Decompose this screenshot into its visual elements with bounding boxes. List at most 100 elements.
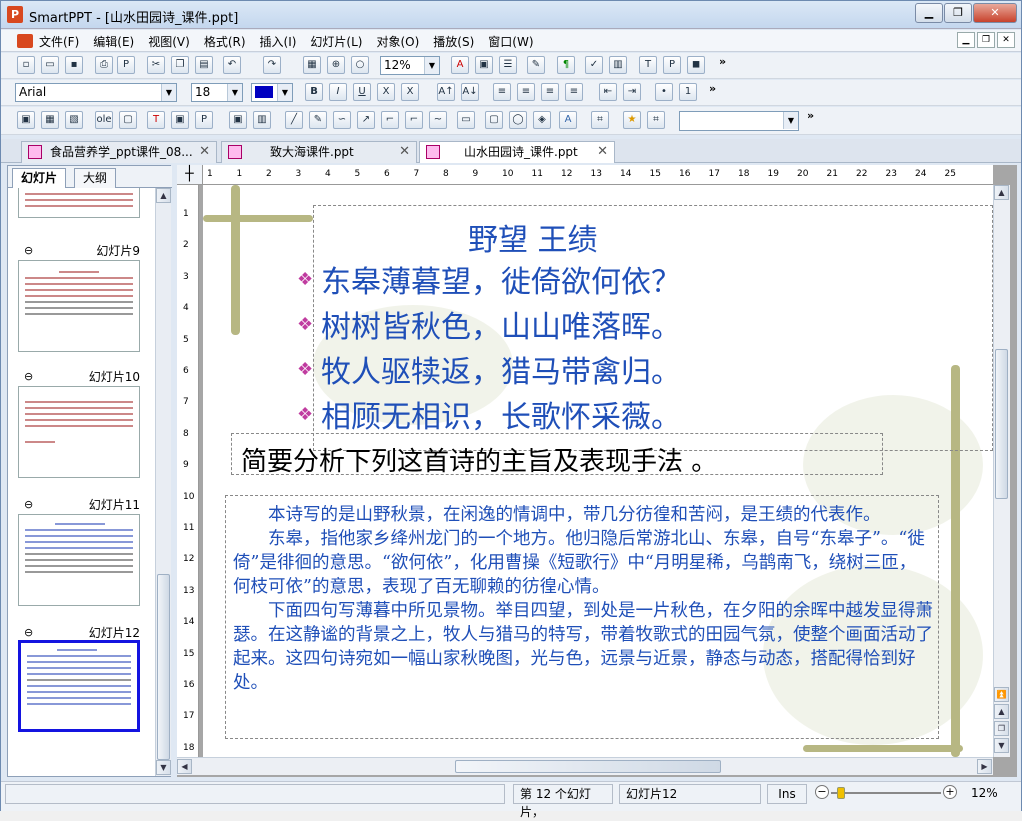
tab-slides[interactable]: 幻灯片 [12,168,67,188]
open-folder-icon[interactable]: ▭ [41,56,59,74]
menu-play[interactable]: 播放(S) [433,33,474,50]
autoshape-icon[interactable]: ◈ [533,111,551,129]
slide-scrollbar[interactable]: ▲ ⏫ ▲ ❐ ▼ [993,185,1010,757]
brush-icon[interactable]: ✎ [527,56,545,74]
save-icon[interactable]: ▪ [65,56,83,74]
slide-thumb-10[interactable] [18,386,140,478]
arrow-icon[interactable]: ↗ [357,111,375,129]
connector-icon[interactable]: ⌐ [381,111,399,129]
line-icon[interactable]: ╱ [285,111,303,129]
slide-thumb-12-selected[interactable] [18,640,140,732]
scroll-thumb[interactable] [995,349,1008,499]
close-tab-icon[interactable]: ✕ [199,142,210,162]
paste-icon[interactable]: ▤ [195,56,213,74]
close-tab-icon[interactable]: ✕ [597,142,608,162]
elbow-connector-icon[interactable]: ⌐ [405,111,423,129]
rounded-rect-icon[interactable]: ▢ [485,111,503,129]
scroll-up-icon[interactable]: ▲ [994,185,1009,200]
scroll-up-icon[interactable]: ▲ [156,188,171,203]
zoom-in-icon[interactable]: ⊕ [327,56,345,74]
bullet-list-icon[interactable]: • [655,83,673,101]
effects-icon[interactable]: ⌗ [647,111,665,129]
toolbar-more[interactable]: » [709,82,716,95]
grow-font-icon[interactable]: A↑ [437,83,455,101]
menu-format[interactable]: 格式(R) [204,33,246,50]
mdi-minimize-button[interactable]: ▁ [957,32,975,48]
maximize-button[interactable]: ❐ [944,3,972,23]
zoom-out-icon[interactable]: − [815,785,829,799]
underline-icon[interactable]: U [353,83,371,101]
menu-window[interactable]: 窗口(W) [488,33,533,50]
spelling-icon[interactable]: ✓ [585,56,603,74]
horizontal-scrollbar[interactable]: ◀ ▶ [177,757,993,775]
copy-icon[interactable]: ❐ [171,56,189,74]
pen-icon[interactable]: ✎ [309,111,327,129]
undo-icon[interactable]: ↶ [223,56,241,74]
group-icon[interactable]: ▣ [229,111,247,129]
next-slide-icon[interactable]: ▼ [994,738,1009,753]
align-center-icon[interactable]: ≡ [517,83,535,101]
zoom-select[interactable]: 12% ▼ [380,56,440,75]
slide-thumb-8[interactable] [18,188,140,218]
justify-icon[interactable]: ≡ [565,83,583,101]
font-name-select[interactable]: Arial ▼ [15,83,177,102]
layout-icon[interactable]: ▣ [17,111,35,129]
insert-image-icon[interactable]: ▧ [65,111,83,129]
clear-format-icon[interactable]: X [401,83,419,101]
wordart-icon[interactable]: A [559,111,577,129]
menu-file[interactable]: 文件(F) [39,33,79,50]
curved-connector-icon[interactable]: ~ [429,111,447,129]
first-slide-icon[interactable]: ⏫ [994,687,1009,702]
thumbnail-scrollbar[interactable]: ▲ ▼ [155,188,171,776]
zoom-slider[interactable] [831,792,941,794]
star-icon[interactable]: ★ [623,111,641,129]
paragraph-mark-icon[interactable]: ¶ [557,56,575,74]
search-icon[interactable]: ○ [351,56,369,74]
doc-tab-food-nutrition[interactable]: 食品营养学_ppt课件_08... ✕ [21,141,217,163]
shrink-font-icon[interactable]: A↓ [461,83,479,101]
menu-slide[interactable]: 幻灯片(L) [310,33,362,50]
insert-table-icon[interactable]: ▦ [41,111,59,129]
text-box-icon[interactable]: T [147,111,165,129]
insert-picture-icon[interactable]: ▣ [475,56,493,74]
chart-icon[interactable]: ▥ [609,56,627,74]
doc-tab-to-the-sea[interactable]: 致大海课件.ppt ✕ [221,141,417,163]
table-icon[interactable]: ▦ [303,56,321,74]
frame-icon[interactable]: ▢ [119,111,137,129]
cut-icon[interactable]: ✂ [147,56,165,74]
align-left-icon[interactable]: ≡ [493,83,511,101]
slide-thumb-9[interactable] [18,260,140,352]
new-file-icon[interactable]: ▫ [17,56,35,74]
font-size-select[interactable]: 18 ▼ [191,83,243,102]
ellipse-icon[interactable]: ◯ [509,111,527,129]
document-menu-icon[interactable] [17,34,33,48]
toolbar-more[interactable]: » [807,109,814,122]
scroll-left-icon[interactable]: ◀ [177,759,192,774]
increase-indent-icon[interactable]: ⇥ [623,83,641,101]
tab-outline[interactable]: 大纲 [74,168,117,188]
doc-tab-landscape-poems[interactable]: 山水田园诗_课件.ppt ✕ [419,141,615,163]
toolbar-more[interactable]: » [719,55,726,68]
ole-object-icon[interactable]: ole [95,111,113,129]
rectangle-icon[interactable]: ▭ [457,111,475,129]
style-select[interactable]: ▼ [679,111,799,131]
italic-icon[interactable]: I [329,83,347,101]
mdi-restore-button[interactable]: ❐ [977,32,995,48]
slide-canvas[interactable]: 野望 王绩 ❖ 东皋薄暮望，徙倚欲何依？ ❖ 树树皆秋色，山山唯落晖。 ❖ 牧人驱犊返… [203,185,993,757]
shape-frame-icon[interactable]: ▣ [171,111,189,129]
previous-slide-icon[interactable]: ▲ [994,704,1009,719]
scroll-right-icon[interactable]: ▶ [977,759,992,774]
scroll-thumb[interactable] [455,760,721,773]
font-color-select[interactable]: ▼ [251,83,293,102]
close-tab-icon[interactable]: ✕ [399,142,410,162]
slide-copy-icon[interactable]: ❐ [994,721,1009,736]
strikethrough-icon[interactable]: X [377,83,395,101]
menu-object[interactable]: 对象(O) [376,33,419,50]
redo-icon[interactable]: ↷ [263,56,281,74]
crop-icon[interactable]: ⌗ [591,111,609,129]
minimize-button[interactable]: ▁ [915,3,943,23]
pdf-icon[interactable]: P [117,56,135,74]
align-right-icon[interactable]: ≡ [541,83,559,101]
template-t-icon[interactable]: T [639,56,657,74]
font-color-a-icon[interactable]: A [451,56,469,74]
